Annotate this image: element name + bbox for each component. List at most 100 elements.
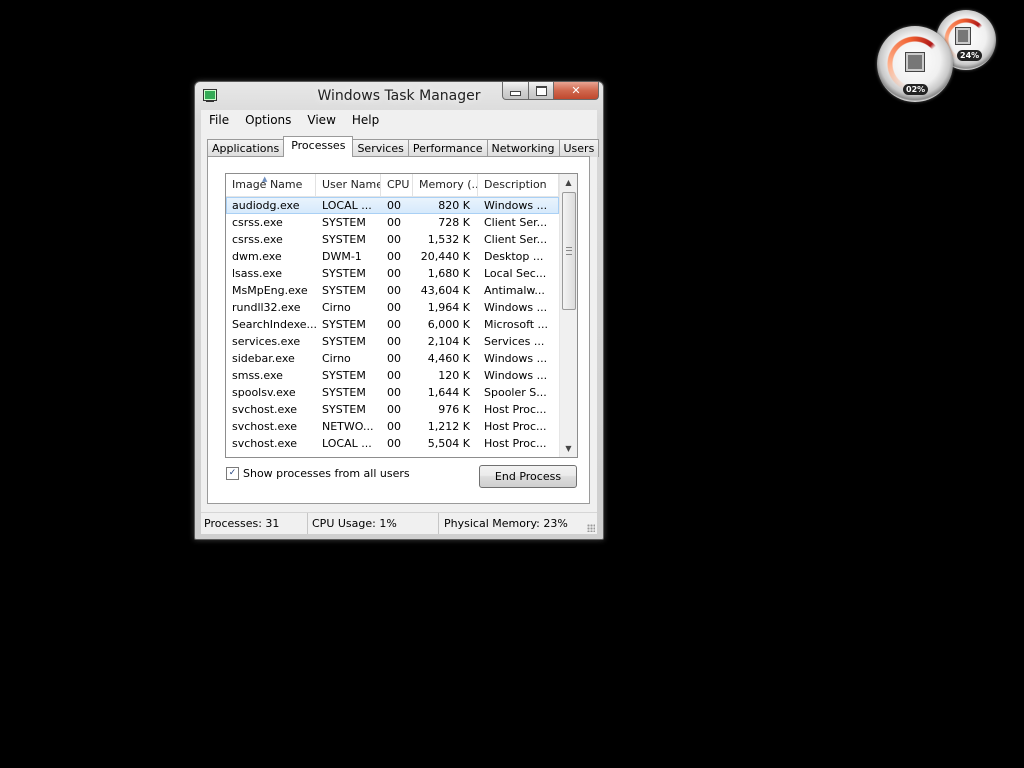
menu-bar: File Options View Help <box>201 110 597 131</box>
column-label: User Name <box>322 178 381 191</box>
cpu-cell: 00 <box>387 335 401 348</box>
show-all-users-label[interactable]: Show processes from all users <box>243 467 410 480</box>
memory-cell: 1,532 K <box>427 233 470 246</box>
column-memory[interactable]: Memory (... <box>413 174 478 196</box>
process-row[interactable]: csrss.exe SYSTEM 00 728 K Client Ser... <box>226 214 559 231</box>
minimize-icon <box>510 91 521 96</box>
image-name-cell: audiodg.exe <box>232 199 300 212</box>
memory-cell: 20,440 K <box>420 250 470 263</box>
tab-networking[interactable]: Networking <box>486 139 560 157</box>
process-row[interactable]: lsass.exe SYSTEM 00 1,680 K Local Sec... <box>226 265 559 282</box>
tab-processes[interactable]: Processes <box>283 136 354 157</box>
description-cell: Host Proc... <box>484 420 547 433</box>
process-row[interactable]: MsMpEng.exe SYSTEM 00 43,604 K Antimalw... <box>226 282 559 299</box>
tab-performance[interactable]: Performance <box>407 139 488 157</box>
sort-ascending-icon: ▲ <box>262 175 268 183</box>
vertical-scrollbar[interactable]: ▲ ▼ <box>559 174 577 457</box>
image-name-cell: sidebar.exe <box>232 352 295 365</box>
description-cell: Windows ... <box>484 199 548 212</box>
column-cpu[interactable]: CPU <box>381 174 413 196</box>
process-row[interactable]: svchost.exe SYSTEM 00 976 K Host Proc... <box>226 401 559 418</box>
column-label: CPU <box>387 178 410 191</box>
user-name-cell: SYSTEM <box>322 369 366 382</box>
resize-grip-icon[interactable] <box>587 524 595 532</box>
description-cell: Windows ... <box>484 301 548 314</box>
cpu-cell: 00 <box>387 250 401 263</box>
image-name-cell: svchost.exe <box>232 420 298 433</box>
memory-cell: 1,680 K <box>427 267 470 280</box>
status-processes: Processes: 31 <box>201 513 308 534</box>
tab-users[interactable]: Users <box>558 139 600 157</box>
image-name-cell: csrss.exe <box>232 233 283 246</box>
description-cell: Host Proc... <box>484 403 547 416</box>
process-row[interactable]: smss.exe SYSTEM 00 120 K Windows ... <box>226 367 559 384</box>
cpu-cell: 00 <box>387 216 401 229</box>
process-list[interactable]: ▲ Image Name User Name CPU Memory (... D… <box>225 173 578 458</box>
end-process-button[interactable]: End Process <box>479 465 577 488</box>
memory-cell: 976 K <box>438 403 470 416</box>
memory-cell: 728 K <box>438 216 470 229</box>
scroll-down-arrow-icon[interactable]: ▼ <box>560 440 577 457</box>
description-cell: Services ... <box>484 335 545 348</box>
description-cell: Windows ... <box>484 352 548 365</box>
process-row[interactable]: services.exe SYSTEM 00 2,104 K Services ... <box>226 333 559 350</box>
memory-cell: 1,644 K <box>427 386 470 399</box>
memory-cell: 4,460 K <box>427 352 470 365</box>
show-all-users-option[interactable]: ✓ Show processes from all users <box>226 467 410 480</box>
cpu-cell: 00 <box>387 420 401 433</box>
cpu-cell: 00 <box>387 437 401 450</box>
memory-cell: 43,604 K <box>420 284 470 297</box>
process-row[interactable]: audiodg.exe LOCAL ... 00 820 K Windows ... <box>226 197 559 214</box>
process-row[interactable]: rundll32.exe Cirno 00 1,964 K Windows ... <box>226 299 559 316</box>
process-row[interactable]: svchost.exe LOCAL ... 00 5,504 K Host Proc..… <box>226 435 559 452</box>
status-cpu-usage: CPU Usage: 1% <box>308 513 439 534</box>
scroll-up-arrow-icon[interactable]: ▲ <box>560 174 577 191</box>
process-row[interactable]: sidebar.exe Cirno 00 4,460 K Windows ... <box>226 350 559 367</box>
column-description[interactable]: Description <box>478 174 559 196</box>
cpu-cell: 00 <box>387 301 401 314</box>
image-name-cell: spoolsv.exe <box>232 386 296 399</box>
user-name-cell: SYSTEM <box>322 403 366 416</box>
image-name-cell: services.exe <box>232 335 301 348</box>
maximize-button[interactable] <box>529 82 554 100</box>
process-row[interactable]: csrss.exe SYSTEM 00 1,532 K Client Ser... <box>226 231 559 248</box>
show-all-users-checkbox[interactable]: ✓ <box>226 467 239 480</box>
cpu-cell: 00 <box>387 284 401 297</box>
minimize-button[interactable] <box>502 82 529 100</box>
tab-services[interactable]: Services <box>352 139 409 157</box>
column-label: Description <box>484 178 547 191</box>
image-name-cell: smss.exe <box>232 369 283 382</box>
column-user-name[interactable]: User Name <box>316 174 381 196</box>
column-image-name[interactable]: ▲ Image Name <box>226 174 316 196</box>
cpu-meter-gadget[interactable]: 24% 02% <box>874 8 1000 104</box>
process-row[interactable]: SearchIndexe... SYSTEM 00 6,000 K Microsoft … <box>226 316 559 333</box>
cpu-cell: 00 <box>387 403 401 416</box>
image-name-cell: rundll32.exe <box>232 301 301 314</box>
process-rows: audiodg.exe LOCAL ... 00 820 K Windows ... cs… <box>226 197 559 452</box>
maximize-icon <box>535 85 547 96</box>
menu-file[interactable]: File <box>201 113 237 127</box>
process-row[interactable]: dwm.exe DWM-1 00 20,440 K Desktop ... <box>226 248 559 265</box>
list-header: ▲ Image Name User Name CPU Memory (... D… <box>226 174 559 197</box>
process-row[interactable]: spoolsv.exe SYSTEM 00 1,644 K Spooler S... <box>226 384 559 401</box>
close-button[interactable]: ✕ <box>554 82 599 100</box>
task-manager-window[interactable]: Windows Task Manager ✕ File Options View… <box>194 81 604 540</box>
processes-panel: ▲ Image Name User Name CPU Memory (... D… <box>207 156 590 504</box>
image-name-cell: dwm.exe <box>232 250 282 263</box>
menu-view[interactable]: View <box>299 113 343 127</box>
scroll-thumb[interactable] <box>562 192 576 310</box>
memory-cell: 5,504 K <box>427 437 470 450</box>
description-cell: Spooler S... <box>484 386 547 399</box>
user-name-cell: SYSTEM <box>322 386 366 399</box>
tab-applications[interactable]: Applications <box>207 139 285 157</box>
process-row[interactable]: svchost.exe NETWO... 00 1,212 K Host Proc... <box>226 418 559 435</box>
menu-help[interactable]: Help <box>344 113 387 127</box>
cpu-cell: 00 <box>387 352 401 365</box>
description-cell: Host Proc... <box>484 437 547 450</box>
image-name-cell: csrss.exe <box>232 216 283 229</box>
memory-gauge-value: 24% <box>957 50 983 61</box>
title-bar[interactable]: Windows Task Manager ✕ <box>195 82 603 108</box>
memory-cell: 2,104 K <box>427 335 470 348</box>
client-area: Applications Processes Services Performa… <box>201 130 600 514</box>
menu-options[interactable]: Options <box>237 113 299 127</box>
